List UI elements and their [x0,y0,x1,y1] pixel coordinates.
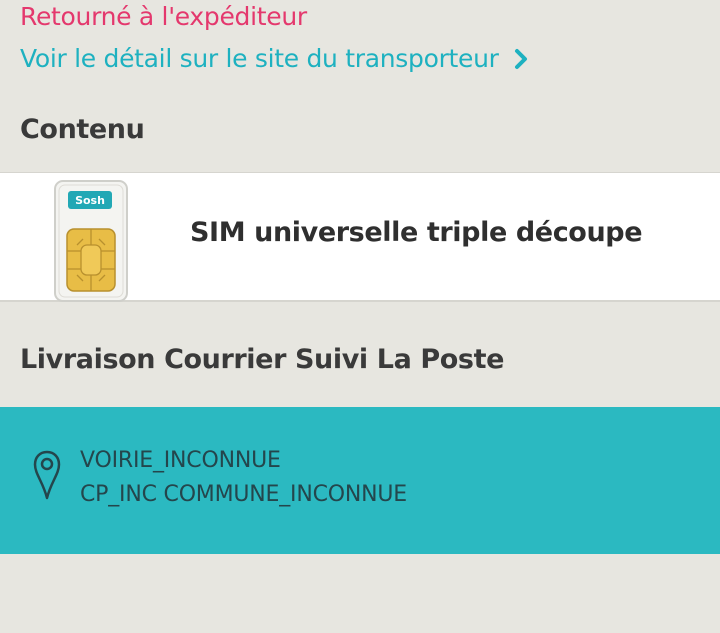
carrier-detail-link[interactable]: Voir le détail sur le site du transporte… [20,44,531,73]
sim-card-image: Sosh [53,179,129,303]
delivery-status: Retourné à l'expéditeur [20,2,307,31]
chevron-right-icon [513,46,531,72]
delivery-method-title: Livraison Courrier Suivi La Poste [20,344,505,375]
address-line-street: VOIRIE_INCONNUE [80,448,281,473]
content-section-title: Contenu [20,114,145,145]
carrier-detail-link-label: Voir le détail sur le site du transporte… [20,44,499,73]
product-item: Sosh SIM universelle triple découpe [0,172,720,302]
delivery-address-panel: VOIRIE_INCONNUE CP_INC COMMUNE_INCONNUE [0,407,720,554]
location-pin-icon [32,449,62,501]
address-line-city: CP_INC COMMUNE_INCONNUE [80,482,407,507]
svg-text:Sosh: Sosh [75,194,105,207]
product-name: SIM universelle triple découpe [190,217,643,248]
